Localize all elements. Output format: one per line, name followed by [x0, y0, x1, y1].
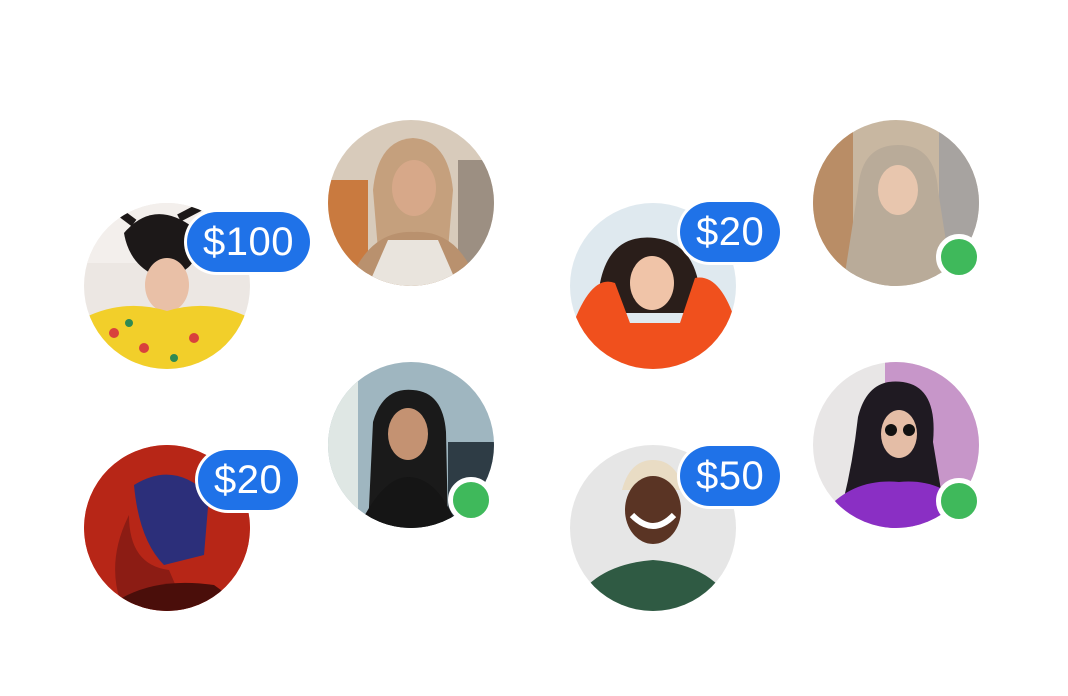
avatar-photo[interactable]	[328, 120, 494, 286]
portrait-photo	[328, 120, 494, 286]
online-status-indicator	[936, 478, 982, 524]
tip-amount-badge: $100	[187, 212, 310, 272]
tip-amount-badge: $20	[198, 450, 299, 510]
tip-amount-badge: $20	[680, 202, 781, 262]
tip-amount-badge: $50	[680, 446, 781, 506]
online-status-indicator	[448, 477, 494, 523]
online-status-indicator	[936, 234, 982, 280]
creator-collage: $100 $20 $20 $50	[0, 0, 1068, 696]
